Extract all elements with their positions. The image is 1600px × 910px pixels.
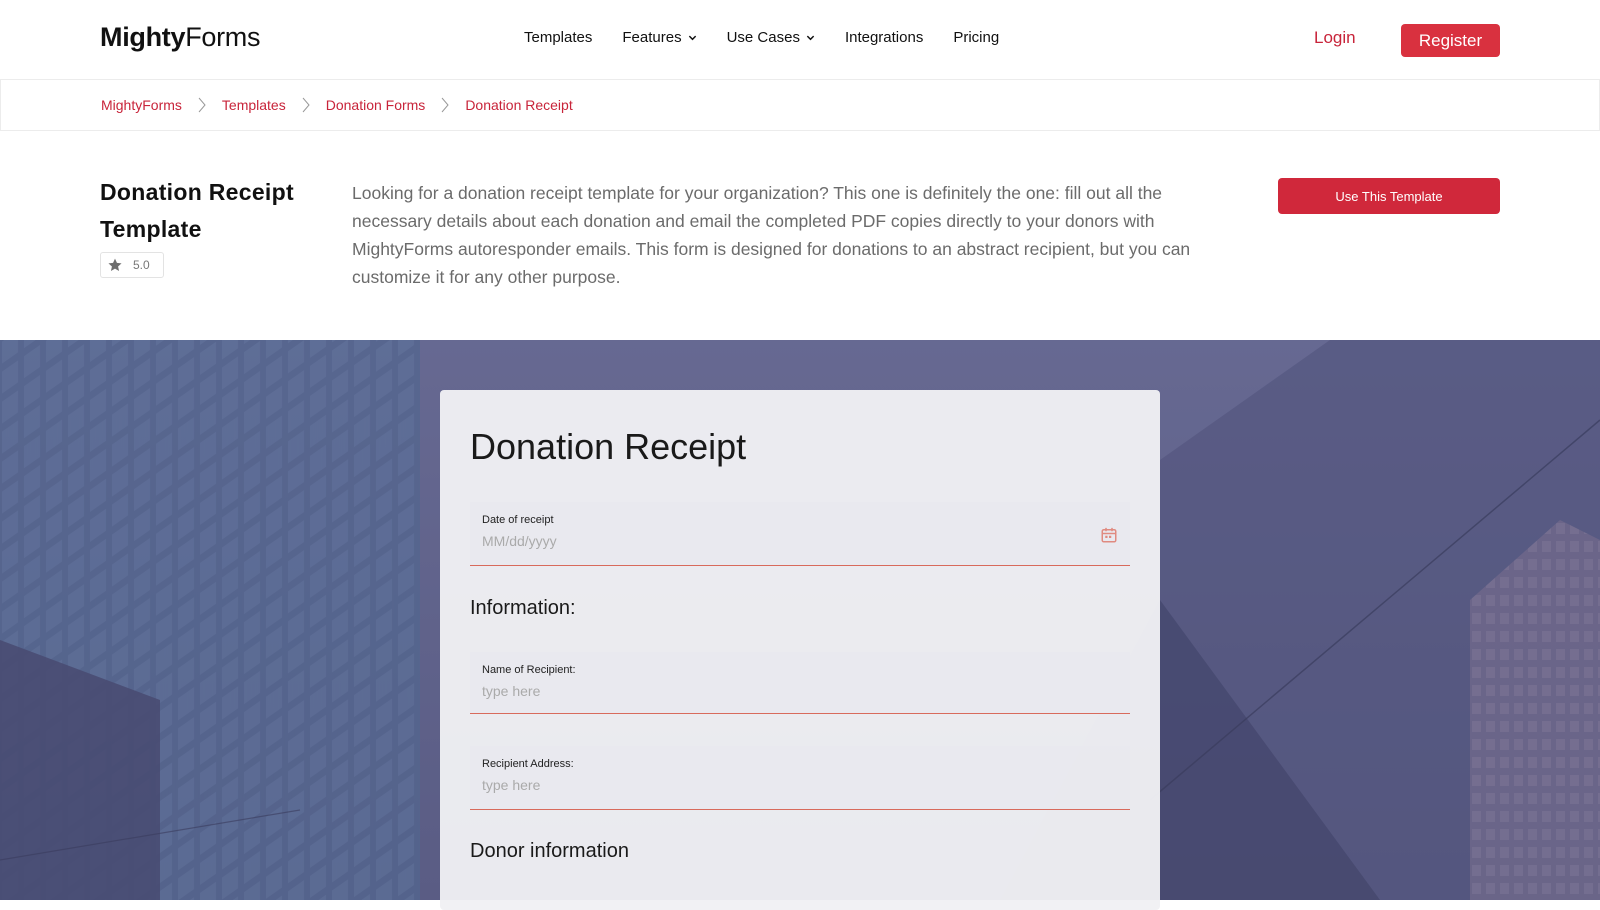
nav-features[interactable]: Features (622, 29, 696, 46)
form-title: Donation Receipt (470, 426, 747, 467)
breadcrumb-separator-icon (182, 97, 222, 113)
login-link[interactable]: Login (1314, 28, 1356, 48)
nav-templates[interactable]: Templates (524, 29, 592, 46)
nav-integrations-label: Integrations (844, 29, 924, 46)
recipient-address-field[interactable]: Recipient Address: (470, 746, 1130, 810)
rating-value: 5.0 (133, 258, 150, 272)
site-header: Mighty Forms Templates Features Use Cases… (0, 0, 1600, 80)
chevron-down-icon (806, 35, 815, 41)
page-title: Donation Receipt Template (100, 179, 294, 242)
donor-information-section-heading: Donor information (470, 840, 629, 862)
breadcrumb-separator-icon (425, 97, 465, 113)
recipient-name-input[interactable] (482, 680, 1042, 702)
rating-badge: 5.0 (100, 252, 164, 278)
recipient-address-label: Recipient Address: (482, 758, 574, 770)
star-icon (108, 258, 122, 271)
template-description: Looking for a donation receipt template … (352, 183, 1191, 287)
nav-use-cases[interactable]: Use Cases (727, 29, 815, 46)
form-card: Donation Receipt Date of receipt Informa… (440, 390, 1160, 910)
logo-regular-text: Forms (185, 22, 261, 52)
breadcrumb-item-templates[interactable]: Templates (222, 97, 286, 113)
breadcrumb: MightyForms Templates Donation Forms Don… (101, 97, 573, 113)
logo-bold-text: Mighty (100, 22, 186, 52)
breadcrumb-bar: MightyForms Templates Donation Forms Don… (0, 80, 1600, 131)
nav-features-label: Features (622, 29, 682, 46)
information-section-heading: Information: (470, 597, 576, 619)
breadcrumb-separator-icon (286, 97, 326, 113)
chevron-down-icon (688, 35, 696, 41)
logo[interactable]: Mighty Forms (100, 22, 260, 53)
nav-integrations[interactable]: Integrations (845, 29, 923, 46)
nav-pricing[interactable]: Pricing (953, 29, 999, 46)
breadcrumb-item-current[interactable]: Donation Receipt (465, 97, 572, 113)
calendar-icon[interactable] (1100, 526, 1118, 544)
nav-pricing-label: Pricing (953, 29, 1000, 46)
breadcrumb-item-mightyforms[interactable]: MightyForms (101, 97, 182, 113)
date-of-receipt-label: Date of receipt (482, 514, 554, 526)
register-button[interactable]: Register (1401, 24, 1500, 57)
recipient-name-label: Name of Recipient: (482, 664, 576, 676)
nav-use-cases-label: Use Cases (726, 29, 800, 46)
date-of-receipt-input[interactable] (482, 530, 1042, 552)
recipient-address-input[interactable] (482, 774, 1042, 796)
main-nav: Templates Features Use Cases Integration… (524, 29, 999, 46)
nav-templates-label: Templates (524, 29, 593, 46)
use-template-button[interactable]: Use This Template (1278, 178, 1500, 214)
recipient-name-field[interactable]: Name of Recipient: (470, 652, 1130, 714)
date-of-receipt-field[interactable]: Date of receipt (470, 502, 1130, 566)
breadcrumb-item-donation-forms[interactable]: Donation Forms (326, 97, 426, 113)
